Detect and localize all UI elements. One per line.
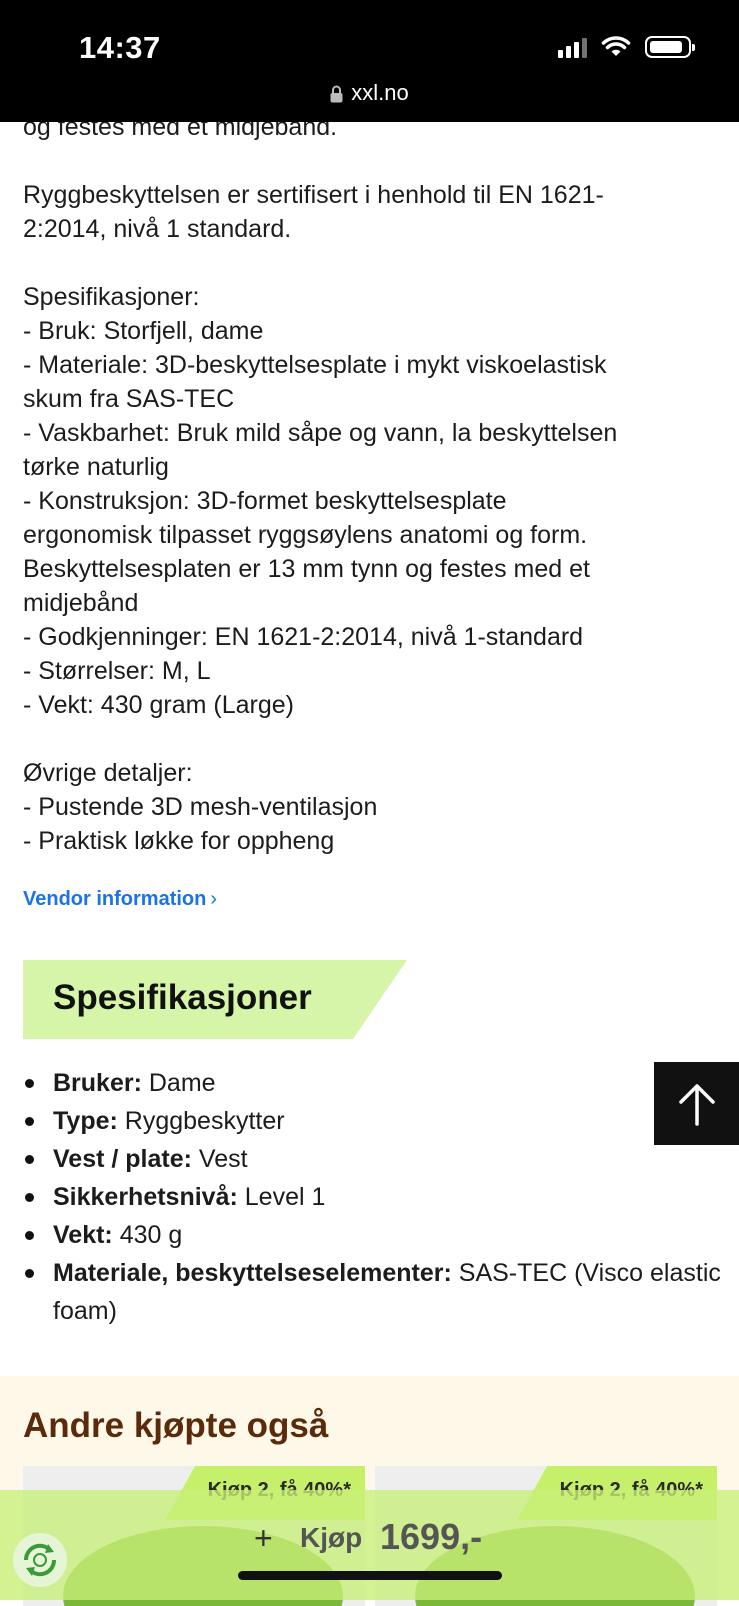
desc-line: Spesifikasjoner: <box>23 283 200 311</box>
spec-key: Vekt: <box>53 1221 113 1249</box>
url-text: xxl.no <box>351 80 409 105</box>
desc-line: - Størrelser: M, L <box>23 657 211 685</box>
arrow-up-icon <box>678 1083 715 1126</box>
desc-line: skum fra SAS-TEC <box>23 385 235 413</box>
spec-key: Type: <box>53 1107 118 1135</box>
scroll-to-top-button[interactable] <box>654 1062 739 1145</box>
desc-line: - Bruk: Storfjell, dame <box>23 317 264 345</box>
buy-button[interactable]: Kjøp <box>300 1522 362 1554</box>
spec-item: Sikkerhetsnivå: Level 1 <box>25 1178 739 1216</box>
spec-key: Materiale, beskyttelseselementer: <box>53 1259 452 1287</box>
wifi-icon <box>601 36 631 56</box>
desc-line: - Vekt: 430 gram (Large) <box>23 691 294 719</box>
desc-line: Øvrige detaljer: <box>23 759 193 787</box>
status-bar: 14:37 xxl.no <box>0 0 739 122</box>
desc-line: - Pustende 3D mesh-ventilasjon <box>23 793 378 821</box>
desc-line: Beskyttelsesplaten er 13 mm tynn og fest… <box>23 555 590 583</box>
also-bought-title: Andre kjøpte også <box>23 1406 329 1445</box>
home-indicator[interactable] <box>238 1571 502 1580</box>
status-icons <box>558 36 695 58</box>
desc-line: - Materiale: 3D-beskyttelsesplate i mykt… <box>23 351 607 379</box>
spec-item: Vest / plate: Vest <box>25 1140 739 1178</box>
battery-icon <box>645 36 695 58</box>
spec-value: Level 1 <box>237 1183 326 1211</box>
product-description: og festes med et midjebånd. Ryggbeskytte… <box>23 110 703 858</box>
spec-value: Ryggbeskytter <box>117 1107 285 1135</box>
spec-item: Materiale, beskyttelseselementer: SAS-TE… <box>25 1254 739 1330</box>
vendor-information-link[interactable]: Vendor information › <box>23 888 217 911</box>
lock-icon <box>330 85 343 103</box>
spec-key: Sikkerhetsnivå: <box>53 1183 238 1211</box>
chevron-right-icon: › <box>210 888 218 910</box>
spec-item: Type: Ryggbeskytter <box>25 1102 739 1140</box>
specs-title: Spesifikasjoner <box>53 978 312 1017</box>
vendor-link-label: Vendor information <box>23 888 207 910</box>
signal-icon <box>558 36 587 58</box>
spec-item: Bruker: Dame <box>25 1064 739 1102</box>
spec-key: Vest / plate: <box>53 1145 192 1173</box>
add-icon[interactable]: + <box>254 1520 273 1557</box>
sticky-buy-bar: + Kjøp 1699,- <box>0 1490 739 1600</box>
desc-line: - Godkjenninger: EN 1621-2:2014, nivå 1-… <box>23 623 584 651</box>
product-price: 1699,- <box>380 1516 483 1557</box>
spec-item: Vekt: 430 g <box>25 1216 739 1254</box>
desc-line: midjebånd <box>23 589 139 617</box>
spec-value: 430 g <box>112 1221 183 1249</box>
status-time: 14:37 <box>79 30 161 65</box>
desc-line: - Vaskbarhet: Bruk mild såpe og vann, la… <box>23 419 618 447</box>
spec-value: Dame <box>141 1069 216 1097</box>
desc-line: Ryggbeskyttelsen er sertifisert i henhol… <box>23 181 604 209</box>
recycle-widget-icon[interactable] <box>12 1532 68 1588</box>
desc-line: 2:2014, nivå 1 standard. <box>23 215 292 243</box>
desc-line: ergonomisk tilpasset ryggsøylens anatomi… <box>23 521 588 549</box>
specs-list: Bruker: Dame Type: Ryggbeskytter Vest / … <box>23 1064 739 1330</box>
desc-line: tørke naturlig <box>23 453 169 481</box>
address-bar[interactable]: xxl.no <box>0 80 739 106</box>
specs-heading-banner: Spesifikasjoner <box>23 960 407 1039</box>
spec-value: Vest <box>191 1145 248 1173</box>
spec-key: Bruker: <box>53 1069 142 1097</box>
desc-line: - Konstruksjon: 3D-formet beskyttelsespl… <box>23 487 507 515</box>
desc-line: - Praktisk løkke for oppheng <box>23 827 335 855</box>
